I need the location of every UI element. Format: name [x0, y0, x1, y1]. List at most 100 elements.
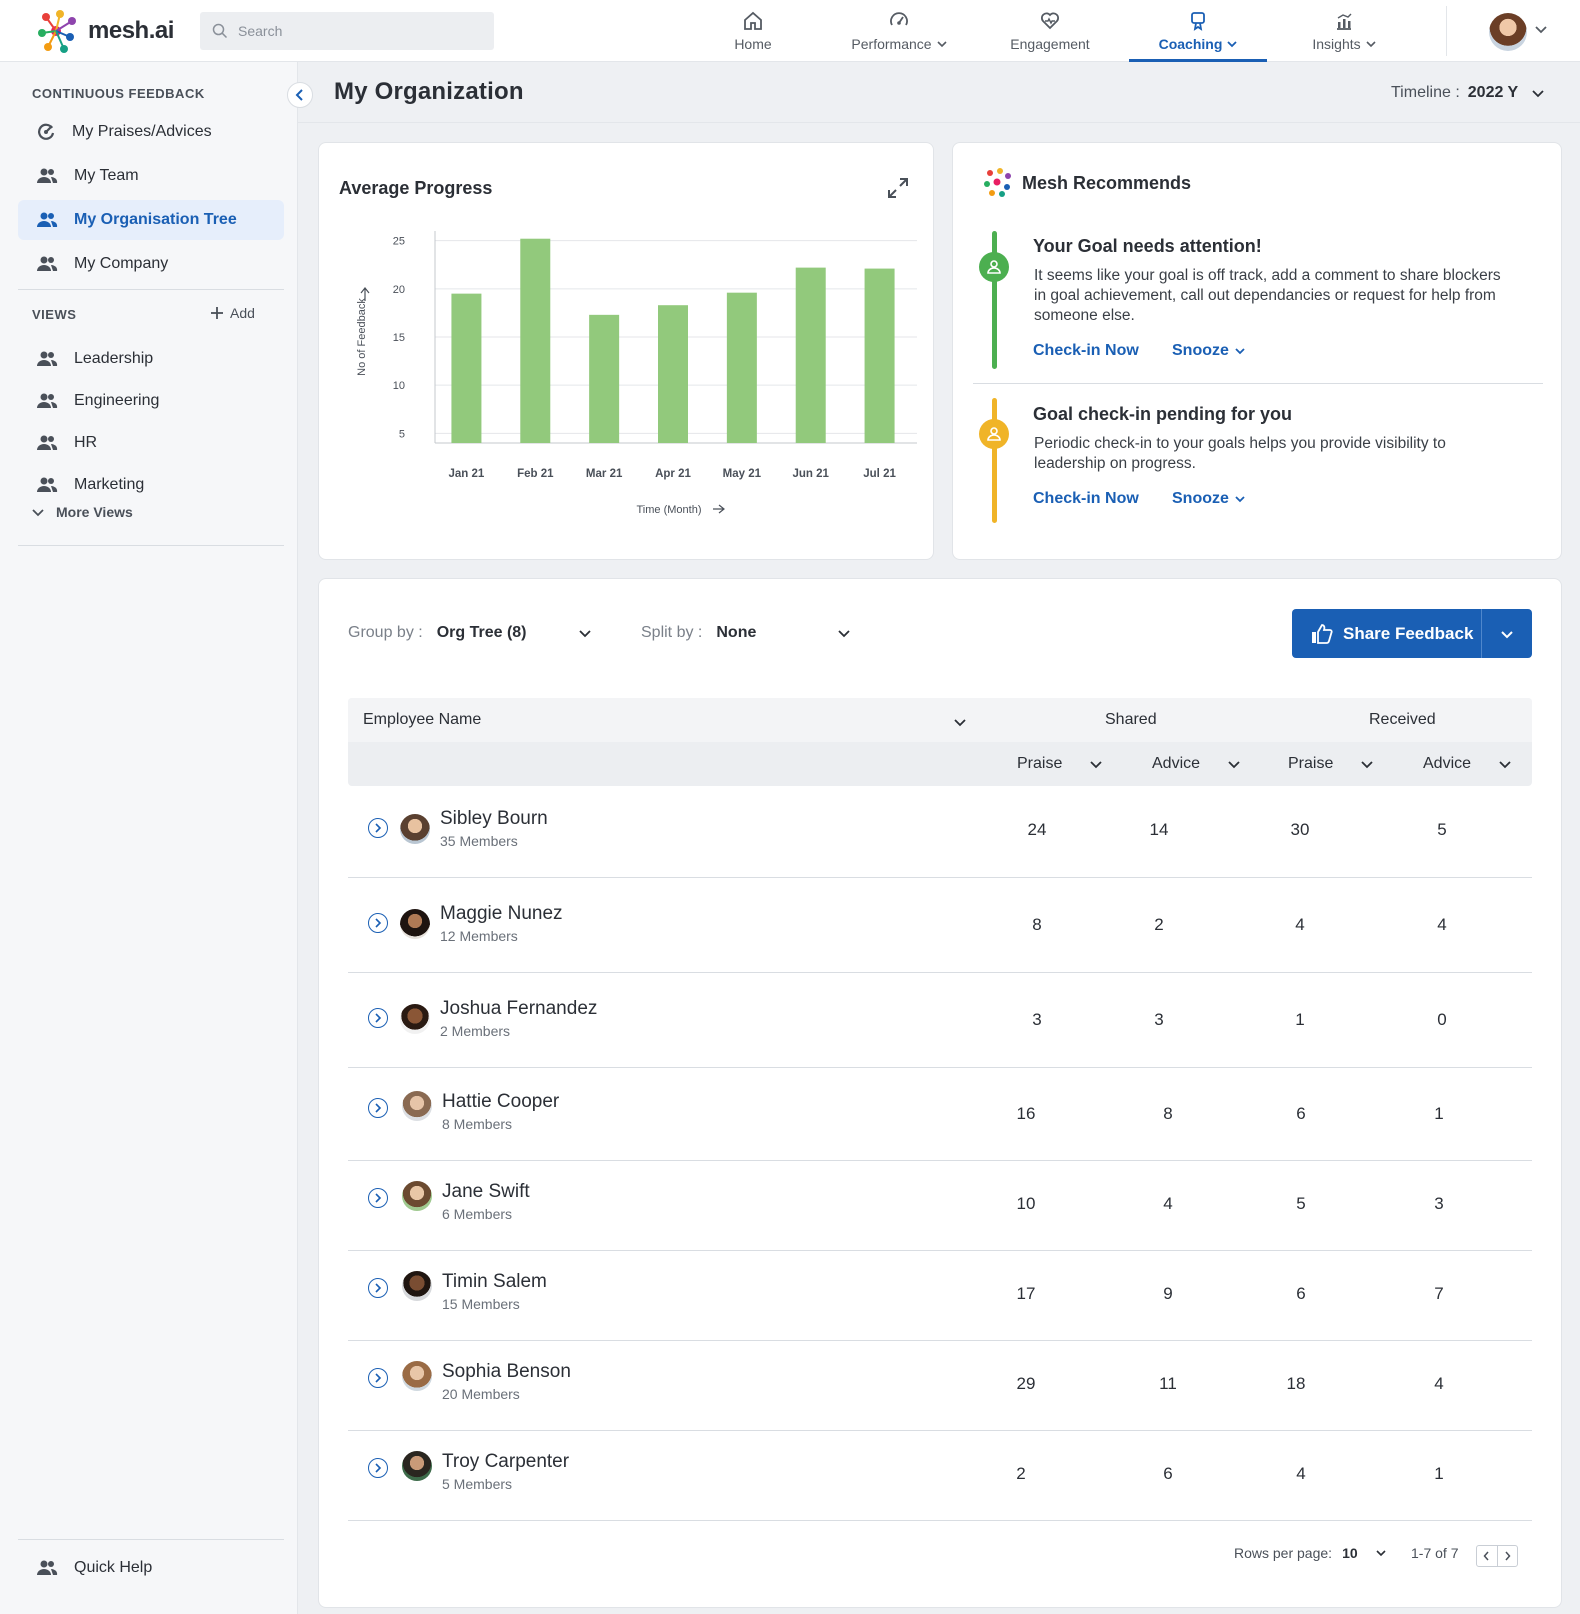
received-advice-value: 5 [1437, 820, 1447, 839]
sidebar-item-hr[interactable]: HR [18, 423, 284, 463]
snooze-label: Snooze [1172, 342, 1229, 359]
group-by-selector[interactable]: Group by : Org Tree (8) [348, 624, 591, 642]
split-by-selector[interactable]: Split by : None [641, 624, 850, 642]
table-row[interactable]: Joshua Fernandez 2 Members 3 3 1 0 [348, 976, 1532, 1068]
people-icon [37, 1560, 58, 1575]
sidebar-item-my-team[interactable]: My Team [18, 156, 284, 196]
received-praise-value: 6 [1296, 1104, 1306, 1123]
expand-row-icon[interactable] [368, 1278, 388, 1298]
chevron-down-icon[interactable] [954, 717, 966, 727]
sidebar-item-my-company[interactable]: My Company [18, 244, 284, 284]
received-advice-header[interactable]: Advice [1423, 755, 1511, 773]
employee-name[interactable]: Troy Carpenter [442, 1451, 569, 1473]
expand-row-icon[interactable] [368, 818, 388, 838]
expand-row-icon[interactable] [368, 1188, 388, 1208]
y-tick-label: 20 [393, 284, 405, 296]
expand-row-icon[interactable] [368, 1098, 388, 1118]
received-praise-header[interactable]: Praise [1288, 755, 1373, 773]
shared-praise-header[interactable]: Praise [1017, 755, 1102, 773]
employee-name[interactable]: Jane Swift [442, 1181, 530, 1203]
nav-engagement[interactable]: Engagement [1006, 0, 1094, 62]
search-box[interactable] [200, 12, 494, 50]
avatar [400, 909, 430, 939]
nav-coaching[interactable]: Coaching [1129, 0, 1267, 62]
sidebar-item-label: Engineering [74, 392, 160, 409]
sidebar-item-engineering[interactable]: Engineering [18, 381, 284, 421]
member-count: 2 Members [440, 1023, 511, 1039]
insights-icon [1337, 13, 1352, 30]
check-in-now-link[interactable]: Check-in Now [1033, 490, 1139, 508]
chevron-down-icon[interactable] [1535, 24, 1547, 34]
employee-name[interactable]: Hattie Cooper [442, 1091, 559, 1113]
chevron-down-icon [1532, 90, 1544, 98]
recommend-item-text: Periodic check-in to your goals helps yo… [1034, 435, 1446, 472]
sidebar-item-my-organisation-tree[interactable]: My Organisation Tree [18, 200, 284, 240]
employee-name[interactable]: Joshua Fernandez [440, 998, 597, 1020]
employee-name[interactable]: Maggie Nunez [440, 903, 563, 925]
employee-name[interactable]: Timin Salem [442, 1271, 547, 1293]
rows-per-page-selector[interactable]: Rows per page: 10 [1234, 1545, 1386, 1561]
table-row[interactable]: Maggie Nunez 12 Members 8 2 4 4 [348, 881, 1532, 973]
mesh-recommends-title: Mesh Recommends [1022, 173, 1192, 193]
nav-home-label: Home [734, 36, 772, 52]
snooze-dropdown[interactable]: Snooze [1172, 490, 1245, 508]
expand-row-icon[interactable] [368, 913, 388, 933]
arrow-right-icon [713, 504, 725, 514]
x-tick-label: Mar 21 [586, 468, 623, 480]
sidebar-item-leadership[interactable]: Leadership [18, 339, 284, 379]
nav-coaching-label: Coaching [1158, 36, 1223, 52]
chevron-down-icon [1501, 630, 1513, 638]
member-count: 35 Members [440, 833, 518, 849]
check-in-now-link[interactable]: Check-in Now [1033, 342, 1139, 360]
share-feedback-main[interactable]: Share Feedback [1292, 609, 1482, 658]
expand-icon[interactable] [887, 177, 909, 199]
table-row[interactable]: Sophia Benson 20 Members 29 11 18 4 [348, 1341, 1532, 1431]
add-view-button[interactable]: Add [210, 305, 255, 321]
table-row[interactable]: Timin Salem 15 Members 17 9 6 7 [348, 1251, 1532, 1341]
user-avatar[interactable] [1489, 13, 1527, 51]
search-input[interactable] [238, 23, 468, 39]
sidebar-item-marketing[interactable]: Marketing [18, 465, 284, 505]
received-praise-value: 5 [1296, 1194, 1306, 1213]
nav-home[interactable]: Home [720, 0, 786, 62]
expand-row-icon[interactable] [368, 1458, 388, 1478]
sidebar-item-my-praises[interactable]: My Praises/Advices [18, 112, 284, 152]
table-row[interactable]: Sibley Bourn 35 Members 24 14 30 5 [348, 786, 1532, 878]
mesh-recommends-card: Mesh Recommends Your Goal needs attentio… [952, 142, 1562, 560]
more-views-toggle[interactable]: More Views [32, 504, 133, 520]
split-by-label: Split by : [641, 624, 703, 641]
next-page-button[interactable] [1496, 1546, 1517, 1566]
shared-advice-value: 8 [1163, 1104, 1173, 1123]
table-row[interactable]: Jane Swift 6 Members 10 4 5 3 [348, 1161, 1532, 1251]
expand-row-icon[interactable] [368, 1008, 388, 1028]
shared-praise-value: 3 [1032, 1010, 1042, 1029]
shared-praise-value: 24 [1027, 820, 1047, 839]
shared-praise-label: Praise [1017, 755, 1063, 772]
chevron-right-icon [1505, 1551, 1511, 1561]
x-tick-label: Jul 21 [863, 468, 896, 480]
logo[interactable]: mesh.ai [36, 9, 174, 53]
group-by-value: Org Tree (8) [436, 624, 527, 641]
received-praise-value: 1 [1295, 1010, 1305, 1029]
sidebar-item-label: My Team [74, 167, 139, 184]
snooze-dropdown[interactable]: Snooze [1172, 342, 1245, 360]
nav-performance[interactable]: Performance [846, 0, 952, 62]
nav-insights[interactable]: Insights [1306, 0, 1382, 62]
collapse-sidebar-button[interactable] [287, 82, 313, 108]
share-feedback-dropdown[interactable] [1482, 629, 1532, 639]
previous-page-button[interactable] [1477, 1546, 1497, 1566]
table-row[interactable]: Troy Carpenter 5 Members 2 6 4 1 [348, 1431, 1532, 1521]
shared-advice-header[interactable]: Advice [1152, 755, 1240, 773]
y-tick-label: 5 [399, 428, 405, 440]
table-row[interactable]: Hattie Cooper 8 Members 16 8 6 1 [348, 1071, 1532, 1161]
sidebar-item-label: Leadership [74, 350, 154, 367]
share-feedback-button[interactable]: Share Feedback [1292, 609, 1532, 658]
chevron-left-icon [295, 89, 303, 101]
timeline-selector[interactable]: Timeline : 2022 Y [1391, 84, 1544, 102]
employee-name[interactable]: Sibley Bourn [440, 808, 548, 830]
sidebar-item-label: My Company [74, 255, 169, 272]
quick-help-button[interactable]: Quick Help [18, 1548, 284, 1588]
expand-row-icon[interactable] [368, 1368, 388, 1388]
split-by-value: None [716, 624, 757, 641]
employee-name[interactable]: Sophia Benson [442, 1361, 571, 1383]
